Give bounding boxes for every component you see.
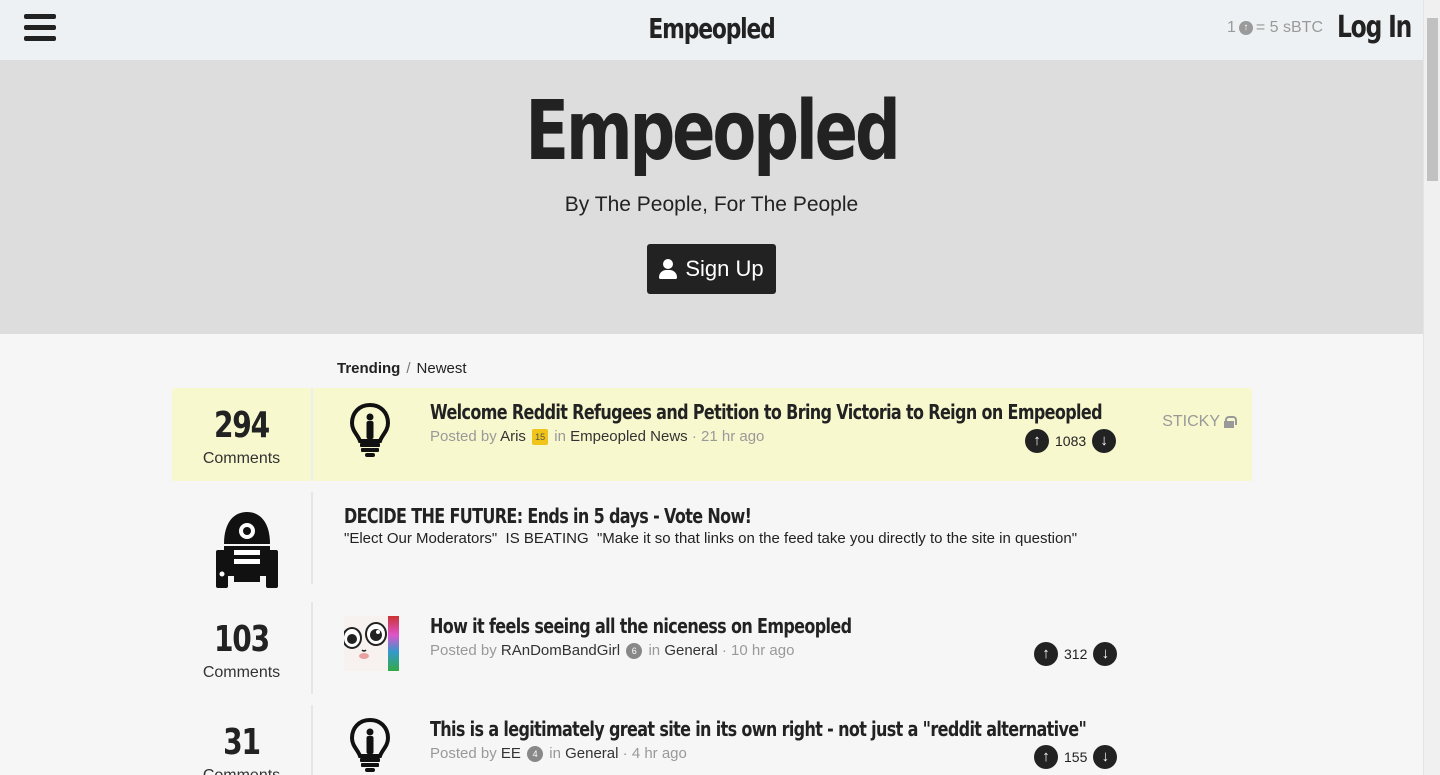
author-badge: 4 (527, 746, 544, 763)
vote-controls: ↑ 1083 ↓ (1025, 429, 1117, 453)
post-item[interactable]: 103 Comments How it feels seeing all the… (172, 602, 1252, 694)
comment-count-label: Comments (202, 664, 281, 681)
tab-separator: / (406, 360, 411, 377)
upvote-mini-icon: ↑ (1238, 21, 1253, 35)
scrollbar[interactable] (1423, 0, 1440, 775)
menu-icon[interactable] (24, 14, 56, 44)
in-label: in (554, 428, 566, 445)
poll-item[interactable]: DECIDE THE FUTURE: Ends in 5 days - Vote… (172, 492, 1252, 588)
tab-trending[interactable]: Trending (337, 360, 400, 377)
comment-count-number: 103 (213, 619, 270, 660)
user-icon (659, 259, 678, 279)
sticky-badge: STICKY (1162, 413, 1237, 431)
author-link[interactable]: EE (501, 745, 521, 762)
author-badge: 15 (532, 429, 549, 446)
posted-by-label: Posted by (430, 642, 497, 659)
posted-by-label: Posted by (430, 745, 497, 762)
hero-subtitle: By The People, For The People (564, 193, 859, 216)
signup-button[interactable]: Sign Up (647, 244, 776, 294)
post-thumbnail[interactable] (342, 616, 399, 676)
post-meta: Posted by Aris 15 in Empeopled News · 21… (430, 428, 765, 446)
exchange-rate: 1 ↑ = 5 sBTC (1227, 19, 1323, 37)
lock-icon (1224, 416, 1237, 428)
vote-controls: ↑ 155 ↓ (1034, 745, 1118, 769)
post-meta: Posted by RAnDomBandGirl 6 in General · … (430, 642, 795, 660)
sticky-label: STICKY (1162, 413, 1220, 430)
rate-value: = 5 sBTC (1255, 19, 1323, 36)
community-link[interactable]: General (565, 745, 618, 762)
posted-by-label: Posted by (430, 428, 497, 445)
lightbulb-icon (349, 717, 391, 775)
vote-count: 312 (1064, 646, 1088, 662)
comment-count-label: Comments (202, 450, 281, 467)
post-title[interactable]: This is a legitimately great site in its… (430, 717, 1087, 741)
hero-banner: Empeopled By The People, For The People … (0, 60, 1423, 334)
post-item[interactable]: 294 Comments Welcome Reddit Refugees and… (172, 388, 1252, 481)
downvote-icon[interactable]: ↓ (1093, 745, 1118, 769)
in-label: in (648, 642, 661, 659)
tab-newest[interactable]: Newest (417, 360, 467, 377)
post-time: · 10 hr ago (721, 642, 795, 659)
upvote-icon[interactable]: ↑ (1025, 429, 1049, 453)
post-title[interactable]: How it feels seeing all the niceness on … (430, 614, 852, 638)
community-link[interactable]: Empeopled News (570, 428, 688, 445)
brand-logo[interactable]: Empeopled (157, 12, 1267, 45)
post-time: · 4 hr ago (622, 745, 687, 762)
signup-label: Sign Up (685, 256, 764, 281)
in-label: in (549, 745, 561, 762)
feed-tabs: Trending / Newest (337, 360, 467, 377)
comment-count-number: 31 (223, 722, 261, 763)
poll-description: "Elect Our Moderators" IS BEATING "Make … (344, 530, 1078, 547)
vote-count: 1083 (1055, 433, 1087, 449)
community-link[interactable]: General (664, 642, 717, 659)
post-time: · 21 hr ago (691, 428, 765, 445)
comment-count-number: 294 (213, 405, 270, 446)
downvote-icon[interactable]: ↓ (1093, 642, 1118, 666)
comment-count-label: Comments (172, 767, 311, 775)
author-badge: 6 (626, 643, 643, 660)
comment-count[interactable]: 294 Comments (172, 388, 313, 481)
post-item[interactable]: 31 Comments This is a legitimately great… (172, 705, 1252, 775)
comment-count[interactable]: 31 Comments (172, 705, 313, 775)
upvote-icon[interactable]: ↑ (1034, 745, 1058, 769)
poll-title[interactable]: DECIDE THE FUTURE: Ends in 5 days - Vote… (344, 504, 752, 528)
hero-title: Empeopled (525, 84, 900, 179)
scrollbar-thumb[interactable] (1427, 18, 1438, 181)
poll-icon-col (172, 492, 313, 588)
post-meta: Posted by EE 4 in General · 4 hr ago (430, 745, 687, 763)
author-link[interactable]: Aris (500, 428, 526, 445)
rate-amount: 1 (1226, 19, 1236, 36)
author-link[interactable]: RAnDomBandGirl (501, 642, 620, 659)
vote-count: 155 (1064, 749, 1088, 765)
vote-controls: ↑ 312 ↓ (1034, 642, 1118, 666)
downvote-icon[interactable]: ↓ (1092, 429, 1117, 453)
upvote-icon[interactable]: ↑ (1034, 642, 1058, 666)
post-title[interactable]: Welcome Reddit Refugees and Petition to … (430, 400, 1103, 424)
comment-count[interactable]: 103 Comments (172, 602, 313, 694)
lightbulb-icon (349, 402, 391, 463)
robot-icon (214, 510, 280, 595)
top-bar: Empeopled 1 ↑ = 5 sBTC Log In (0, 0, 1423, 60)
login-link[interactable]: Log In (1337, 10, 1412, 45)
